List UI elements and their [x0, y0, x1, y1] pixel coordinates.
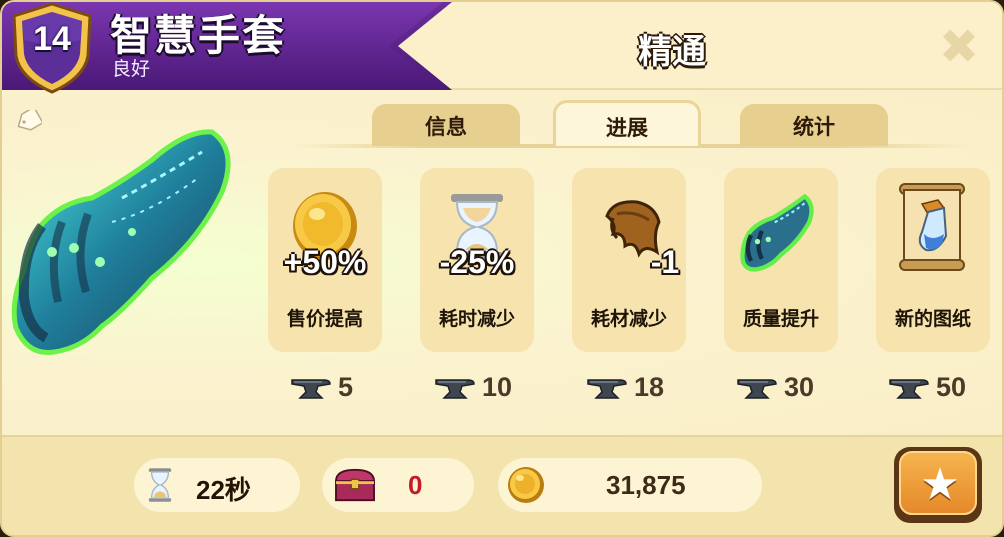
- upgrade-cost: 18: [586, 370, 706, 406]
- upgrade-card-blueprint[interactable]: 新的图纸: [876, 168, 990, 352]
- anvil-icon: [889, 379, 929, 399]
- level-number: 14: [33, 20, 71, 58]
- upgrade-value: +50%: [283, 244, 367, 280]
- upgrade-cost: 30: [736, 370, 856, 406]
- gold-pill: 31,875: [498, 458, 762, 512]
- upgrade-label: 耗时减少: [438, 308, 515, 330]
- craft-time-value: 22秒: [196, 475, 251, 505]
- upgrade-cost: 50: [888, 370, 1002, 406]
- anvil-icon: [737, 379, 777, 399]
- treasure-chest-icon: [335, 468, 375, 502]
- tab-info[interactable]: 信息: [372, 104, 520, 146]
- cost-value: 30: [784, 372, 815, 402]
- mastery-panel: 14 智慧手套 良好 精通 ✖ 信息 进展 统计 +50% 售价提高 -25% …: [0, 0, 1004, 537]
- cost-value: 5: [338, 372, 354, 402]
- chest-count: 0: [408, 470, 423, 500]
- section-title: 精通: [638, 32, 706, 72]
- glove-image: [11, 129, 231, 355]
- anvil-icon: [291, 379, 331, 399]
- favorite-button-face: ★: [899, 451, 977, 515]
- anvil-icon: [435, 379, 475, 399]
- hourglass-icon: [148, 468, 172, 502]
- upgrade-label: 新的图纸: [894, 308, 971, 330]
- cost-value: 50: [936, 372, 967, 402]
- upgrade-label: 质量提升: [742, 308, 819, 330]
- anvil-icon: [587, 379, 627, 399]
- craft-time-pill: 22秒: [134, 458, 300, 512]
- upgrade-value: -25%: [439, 244, 515, 280]
- upgrade-value: -1: [650, 244, 680, 280]
- gold-value: 31,875: [606, 470, 686, 500]
- glove-icon: [740, 193, 814, 272]
- upgrade-card-craft-time[interactable]: -25% 耗时减少: [420, 168, 534, 352]
- upgrade-cost: 10: [434, 370, 554, 406]
- upgrade-cost: 5: [290, 370, 410, 406]
- gold-coin-icon: [508, 467, 544, 503]
- upgrade-label: 耗材减少: [590, 308, 667, 330]
- cost-value: 18: [634, 372, 665, 402]
- close-button[interactable]: ✖: [936, 23, 982, 71]
- tab-progress[interactable]: 进展: [553, 100, 701, 146]
- upgrade-card-sell-price[interactable]: +50% 售价提高: [268, 168, 382, 352]
- item-quality: 良好: [112, 58, 151, 80]
- favorite-button[interactable]: ★: [894, 447, 982, 523]
- chest-pill: 0: [322, 458, 474, 512]
- cost-value: 10: [482, 372, 513, 402]
- upgrade-card-quality[interactable]: 质量提升: [724, 168, 838, 352]
- star-icon: ★: [920, 459, 960, 510]
- upgrade-card-material[interactable]: -1 耗材减少: [572, 168, 686, 352]
- tab-stats[interactable]: 统计: [740, 104, 888, 146]
- blueprint-scroll-icon: [899, 183, 965, 271]
- upgrade-label: 售价提高: [286, 308, 363, 330]
